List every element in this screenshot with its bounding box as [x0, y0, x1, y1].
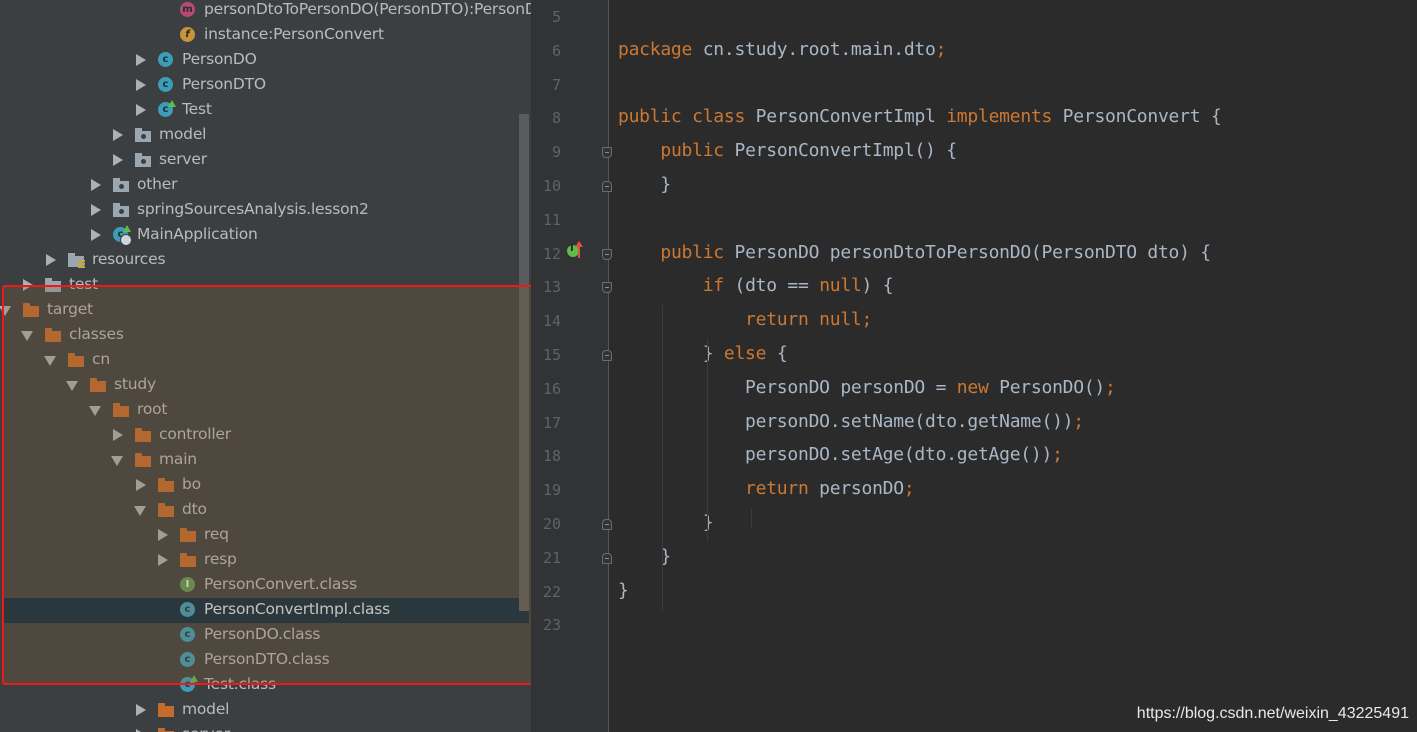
- fold-marker-icon[interactable]: [602, 350, 612, 361]
- code-line[interactable]: public PersonDO personDtoToPersonDO(Pers…: [618, 242, 1211, 263]
- spring-boot-class-icon: c: [113, 225, 132, 246]
- watermark-text: https://blog.csdn.net/weixin_43225491: [1136, 705, 1409, 722]
- collapse-arrow-icon[interactable]: [136, 104, 146, 116]
- collapse-arrow-icon[interactable]: [136, 79, 146, 91]
- code-line[interactable]: personDO.setAge(dto.getAge());: [618, 444, 1063, 465]
- code-line[interactable]: return null;: [618, 309, 872, 330]
- tree-item[interactable]: server: [0, 723, 531, 732]
- fold-marker-icon[interactable]: [602, 519, 612, 530]
- tree-item-label: instance:PersonConvert: [204, 25, 384, 43]
- indent-guide: [662, 305, 663, 610]
- package-folder-icon: [113, 177, 129, 193]
- tree-item[interactable]: c PersonDTO: [0, 73, 531, 98]
- line-number: 7: [551, 75, 561, 94]
- code-line[interactable]: public PersonConvertImpl() {: [618, 140, 957, 161]
- package-folder-icon: [135, 127, 151, 143]
- collapse-arrow-icon[interactable]: [136, 704, 146, 716]
- package-folder-icon: [135, 152, 151, 168]
- fold-marker-icon[interactable]: [602, 282, 612, 294]
- line-number: 21: [542, 548, 561, 567]
- line-number: 22: [542, 582, 561, 601]
- indent-guide: [707, 339, 708, 542]
- tree-item-label: server: [159, 150, 207, 168]
- indent-guide: [751, 508, 752, 529]
- line-number: 10: [542, 177, 561, 195]
- tree-item-label: model: [182, 700, 230, 718]
- tree-item[interactable]: model: [0, 698, 531, 723]
- line-number: 6: [551, 41, 561, 60]
- field-icon: f: [180, 27, 196, 43]
- code-line[interactable]: public class PersonConvertImpl implement…: [618, 106, 1222, 127]
- tree-item-label: Test: [182, 100, 212, 118]
- editor-gutter: 5 6 7 8 9 10 11 12 13 14 15 16 17 18 19 20 21 22 23: [531, 0, 612, 732]
- tree-item-label: springSourcesAnalysis.lesson2: [137, 200, 369, 218]
- tree-item-label: other: [137, 175, 178, 193]
- collapse-arrow-icon[interactable]: [46, 254, 56, 266]
- code-editor[interactable]: 5 6 7 8 9 10 11 12 13 14 15 16 17 18 19 20 21 22 23 packag…: [531, 0, 1417, 732]
- line-number: 20: [542, 515, 561, 533]
- tree-item[interactable]: c MainApplication: [0, 223, 531, 248]
- excluded-folder-icon: [158, 702, 174, 718]
- line-number: 15: [542, 346, 561, 364]
- collapse-arrow-icon[interactable]: [136, 54, 146, 66]
- tree-item[interactable]: other: [0, 173, 531, 198]
- fold-marker-icon[interactable]: [602, 552, 612, 564]
- collapse-arrow-icon[interactable]: [91, 229, 101, 241]
- tree-item[interactable]: springSourcesAnalysis.lesson2: [0, 198, 531, 223]
- tree-item[interactable]: f instance:PersonConvert: [0, 23, 531, 48]
- fold-marker-icon[interactable]: [602, 248, 612, 260]
- tree-item[interactable]: m personDtoToPersonDO(PersonDTO):PersonD: [0, 0, 531, 23]
- code-line[interactable]: } else {: [618, 343, 788, 364]
- tree-item-label: MainApplication: [137, 225, 258, 243]
- tree-item-label: PersonDTO: [182, 75, 266, 93]
- package-folder-icon: [113, 202, 129, 218]
- code-line[interactable]: }: [618, 174, 671, 195]
- line-number: 17: [542, 413, 561, 432]
- arrow-up-icon[interactable]: [575, 241, 583, 258]
- line-number: 11: [542, 210, 561, 229]
- tree-item[interactable]: model: [0, 123, 531, 148]
- excluded-folder-icon: [158, 727, 174, 732]
- tree-item-label: resources: [92, 250, 166, 268]
- line-number: 9: [551, 143, 561, 162]
- collapse-arrow-icon[interactable]: [113, 154, 123, 166]
- class-icon: c: [158, 52, 174, 68]
- resources-folder-icon: [68, 252, 85, 268]
- line-number: 13: [542, 278, 561, 297]
- line-number: 23: [542, 616, 561, 635]
- tree-item-label: server: [182, 725, 230, 732]
- line-number: 14: [542, 312, 561, 331]
- tree-item-label: model: [159, 125, 207, 143]
- fold-marker-icon[interactable]: [602, 181, 612, 192]
- class-icon: c: [158, 77, 174, 93]
- code-line[interactable]: }: [618, 580, 629, 601]
- tree-item[interactable]: resources: [0, 248, 531, 273]
- tree-item-label: PersonDO: [182, 50, 257, 68]
- collapse-arrow-icon[interactable]: [91, 179, 101, 191]
- collapse-arrow-icon[interactable]: [113, 129, 123, 141]
- line-number: 5: [551, 8, 561, 26]
- code-line[interactable]: PersonDO personDO = new PersonDO();: [618, 377, 1116, 398]
- line-number: 18: [542, 447, 561, 466]
- line-number: 19: [542, 481, 561, 500]
- line-number: 16: [542, 379, 561, 398]
- tree-item[interactable]: c PersonDO: [0, 48, 531, 73]
- method-icon: m: [180, 2, 196, 18]
- line-number: 8: [551, 109, 561, 128]
- runnable-class-icon: c: [158, 100, 176, 118]
- fold-marker-icon[interactable]: [602, 147, 612, 159]
- tree-item[interactable]: c Test: [0, 98, 531, 123]
- code-line[interactable]: }: [618, 512, 714, 533]
- code-line[interactable]: if (dto == null) {: [618, 275, 894, 296]
- red-annotation-box: [2, 285, 531, 685]
- collapse-arrow-icon[interactable]: [91, 204, 101, 216]
- line-number: 12: [542, 244, 561, 263]
- code-line[interactable]: personDO.setName(dto.getName());: [618, 411, 1084, 432]
- tree-item[interactable]: server: [0, 148, 531, 173]
- code-line[interactable]: package cn.study.root.main.dto;: [618, 39, 946, 60]
- tree-item-label: personDtoToPersonDO(PersonDTO):PersonD: [204, 0, 531, 18]
- project-tool-window: m personDtoToPersonDO(PersonDTO):PersonD f…: [0, 0, 531, 732]
